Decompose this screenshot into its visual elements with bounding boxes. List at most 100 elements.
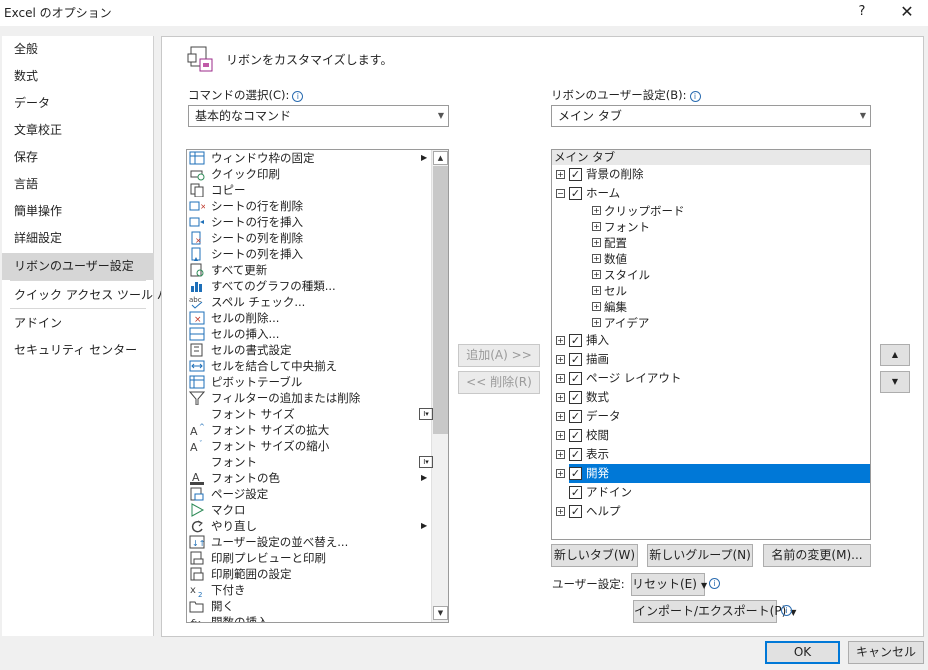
nav-item[interactable]: 保存 xyxy=(2,144,154,171)
ribbon-group-node[interactable]: + アイデア xyxy=(552,315,870,331)
command-item[interactable]: ↓↑ ユーザー設定の並べ替え... xyxy=(189,534,429,550)
command-item[interactable]: × シートの行を削除 xyxy=(189,198,429,214)
tab-checkbox[interactable]: ✓ xyxy=(569,505,582,518)
ribbon-group-node[interactable]: + セル xyxy=(552,283,870,299)
tab-checkbox[interactable]: ✓ xyxy=(569,429,582,442)
command-item[interactable]: 印刷範囲の設定 xyxy=(189,566,429,582)
ribbon-tab-node[interactable]: + ✓ 校閲 xyxy=(552,426,870,445)
ribbon-tab-node[interactable]: + ✓ 開発 xyxy=(556,464,870,483)
command-item[interactable]: × シートの列を削除 xyxy=(189,230,429,246)
nav-item[interactable]: 詳細設定 xyxy=(2,225,154,252)
expand-icon[interactable]: + xyxy=(556,412,565,421)
choose-commands-combo[interactable]: 基本的なコマンド ▼ xyxy=(188,105,449,127)
customize-ribbon-combo[interactable]: メイン タブ ▼ xyxy=(551,105,871,127)
command-item[interactable]: やり直し ▶ xyxy=(189,518,429,534)
ribbon-tab-node[interactable]: + ✓ 描画 xyxy=(552,350,870,369)
import-export-dropdown[interactable]: インポート/エクスポート(P) ▼ xyxy=(633,600,796,623)
close-button[interactable]: ✕ xyxy=(896,2,918,22)
ribbon-group-node[interactable]: + フォント xyxy=(552,219,870,235)
commands-list[interactable]: ▲ ▼ ウィンドウ枠の固定 ▶ クイック印刷コピー × シートの行を削除シートの行を挿入… xyxy=(186,149,449,623)
ribbon-tab-node[interactable]: ✓ アドイン xyxy=(552,483,870,502)
command-item[interactable]: すべてのグラフの種類... xyxy=(189,278,429,294)
command-item[interactable]: マクロ xyxy=(189,502,429,518)
cancel-button[interactable]: キャンセル xyxy=(848,641,924,664)
expand-icon[interactable]: + xyxy=(592,238,601,247)
tab-checkbox[interactable]: ✓ xyxy=(569,372,582,385)
expand-icon[interactable]: + xyxy=(592,302,601,311)
ribbon-tabs-tree[interactable]: メイン タブ + ✓ 背景の削除 − ✓ ホーム + クリップボード + フォント + 配置 + 数値 + ス… xyxy=(551,149,871,540)
command-item[interactable]: A フォントの色 ▶ xyxy=(189,470,429,486)
ribbon-tab-node[interactable]: + ✓ ページ レイアウト xyxy=(552,369,870,388)
info-icon[interactable]: i xyxy=(689,91,701,102)
collapse-icon[interactable]: − xyxy=(556,189,565,198)
nav-item[interactable]: クイック アクセス ツール バー xyxy=(2,282,181,309)
command-item[interactable]: シートの行を挿入 xyxy=(189,214,429,230)
ribbon-group-node[interactable]: + スタイル xyxy=(552,267,870,283)
scrollbar-thumb[interactable] xyxy=(433,166,448,434)
nav-item[interactable]: リボンのユーザー設定 xyxy=(2,253,154,280)
command-item[interactable]: A ^ フォント サイズの拡大 xyxy=(189,422,429,438)
expand-icon[interactable]: + xyxy=(556,450,565,459)
expand-icon[interactable]: + xyxy=(556,393,565,402)
command-item[interactable]: フォント サイズ I▾ xyxy=(189,406,433,422)
command-item[interactable]: fx 関数の挿入... xyxy=(189,614,429,622)
command-item[interactable]: A ˇ フォント サイズの縮小 xyxy=(189,438,429,454)
command-item[interactable]: × セルの削除... xyxy=(189,310,429,326)
tab-checkbox[interactable]: ✓ xyxy=(569,391,582,404)
new-group-button[interactable]: 新しいグループ(N) xyxy=(647,544,753,567)
command-item[interactable]: ピボットテーブル xyxy=(189,374,429,390)
ribbon-group-node[interactable]: + 配置 xyxy=(552,235,870,251)
ribbon-tab-node[interactable]: + ✓ 表示 xyxy=(552,445,870,464)
command-item[interactable]: コピー xyxy=(189,182,429,198)
expand-icon[interactable]: + xyxy=(556,336,565,345)
nav-item[interactable]: アドイン xyxy=(2,310,154,337)
expand-icon[interactable]: + xyxy=(556,507,565,516)
expand-icon[interactable]: + xyxy=(592,206,601,215)
new-tab-button[interactable]: 新しいタブ(W) xyxy=(551,544,638,567)
command-item[interactable]: フォント I▾ xyxy=(189,454,433,470)
ok-button[interactable]: OK xyxy=(765,641,840,664)
command-item[interactable]: クイック印刷 xyxy=(189,166,429,182)
move-down-button[interactable]: ▼ xyxy=(880,371,910,393)
expand-icon[interactable]: + xyxy=(556,355,565,364)
expand-icon[interactable]: + xyxy=(556,170,565,179)
info-icon[interactable]: i xyxy=(709,578,720,589)
scroll-down-icon[interactable]: ▼ xyxy=(433,606,448,620)
rename-button[interactable]: 名前の変更(M)... xyxy=(763,544,871,567)
scroll-up-icon[interactable]: ▲ xyxy=(433,151,448,165)
command-item[interactable]: セルを結合して中央揃え xyxy=(189,358,429,374)
tab-checkbox[interactable]: ✓ xyxy=(569,467,582,480)
ribbon-group-node[interactable]: + 編集 xyxy=(552,299,870,315)
command-item[interactable]: フィルターの追加または削除 xyxy=(188,390,429,406)
command-item[interactable]: x 2 下付き xyxy=(189,582,429,599)
command-item[interactable]: ウィンドウ枠の固定 ▶ xyxy=(189,150,429,166)
remove-button[interactable]: << 削除(R) xyxy=(458,371,540,394)
ribbon-group-node[interactable]: + クリップボード xyxy=(552,203,870,219)
command-item[interactable]: abc スペル チェック... xyxy=(189,294,429,310)
command-item[interactable]: 印刷プレビューと印刷 xyxy=(189,550,429,566)
command-item[interactable]: 開く xyxy=(189,598,429,614)
command-item[interactable]: セルの書式設定 xyxy=(189,342,429,358)
tab-checkbox[interactable]: ✓ xyxy=(569,187,582,200)
nav-item[interactable]: 全般 xyxy=(2,36,154,63)
nav-item[interactable]: 言語 xyxy=(2,171,154,198)
ribbon-tab-node[interactable]: + ✓ 挿入 xyxy=(552,331,870,350)
tab-checkbox[interactable]: ✓ xyxy=(569,353,582,366)
ribbon-tab-node[interactable]: − ✓ ホーム xyxy=(552,184,870,203)
tab-checkbox[interactable]: ✓ xyxy=(569,168,582,181)
ribbon-group-node[interactable]: + 数値 xyxy=(552,251,870,267)
expand-icon[interactable]: + xyxy=(592,318,601,327)
ribbon-tab-node[interactable]: + ✓ データ xyxy=(552,407,870,426)
expand-icon[interactable]: + xyxy=(592,254,601,263)
ribbon-tab-node[interactable]: + ✓ 背景の削除 xyxy=(552,165,870,184)
reset-dropdown[interactable]: リセット(E) ▼ xyxy=(631,573,707,596)
move-up-button[interactable]: ▲ xyxy=(880,344,910,366)
command-item[interactable]: シートの列を挿入 xyxy=(189,246,429,262)
expand-icon[interactable]: + xyxy=(556,374,565,383)
expand-icon[interactable]: + xyxy=(556,469,565,478)
nav-item[interactable]: 数式 xyxy=(2,63,154,90)
expand-icon[interactable]: + xyxy=(592,286,601,295)
help-button[interactable]: ? xyxy=(852,2,872,22)
command-item[interactable]: ページ設定 xyxy=(189,486,429,502)
command-item[interactable]: セルの挿入... xyxy=(189,326,429,342)
